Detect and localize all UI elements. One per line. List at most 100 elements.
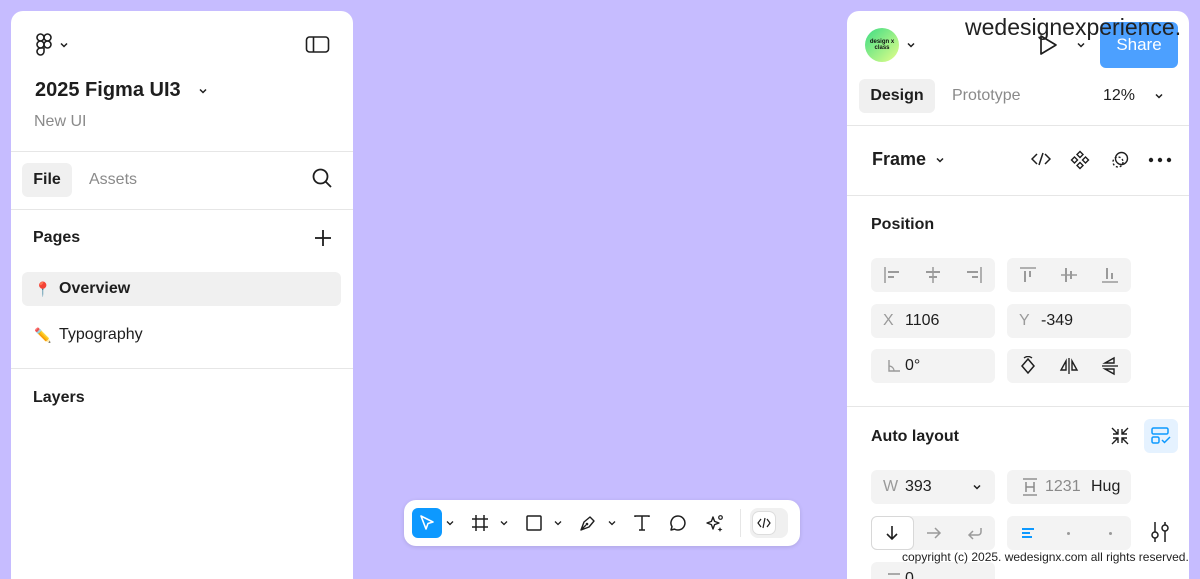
align-bottom-button[interactable]	[1090, 258, 1131, 292]
figma-logo-menu[interactable]	[34, 33, 70, 57]
chevron-down-icon	[936, 157, 944, 163]
search-button[interactable]	[311, 167, 333, 189]
ai-tools-button[interactable]	[702, 508, 728, 538]
frame-label: Frame	[872, 149, 927, 169]
height-field[interactable]: 1231 Hug	[1007, 470, 1131, 504]
move-tool-options[interactable]	[444, 508, 456, 538]
mask-button[interactable]	[1110, 150, 1130, 170]
align-top-left-indicator	[1007, 516, 1048, 550]
add-page-button[interactable]	[313, 228, 333, 248]
flip-vertical-icon	[1102, 356, 1119, 376]
frame-type-menu[interactable]: Frame	[872, 149, 946, 170]
direction-horizontal-button[interactable]	[914, 516, 955, 550]
sliders-icon	[1151, 522, 1169, 542]
align-middle-icon	[1060, 268, 1077, 282]
alignment-dot	[1090, 516, 1131, 550]
auto-layout-title: Auto layout	[871, 428, 959, 445]
file-name-menu[interactable]: 2025 Figma UI3	[35, 79, 209, 102]
align-top-button[interactable]	[1007, 258, 1048, 292]
frame-tool-button[interactable]	[468, 508, 492, 538]
page-item-typography[interactable]: ✏️ Typography	[22, 318, 341, 352]
mask-icon	[1112, 151, 1129, 168]
move-tool-button[interactable]	[412, 508, 442, 538]
more-icon	[1148, 157, 1172, 163]
alignment-grid[interactable]	[1007, 516, 1131, 550]
chevron-down-icon	[199, 88, 207, 94]
rotation-value: 0°	[905, 357, 921, 374]
text-tool-button[interactable]	[630, 508, 654, 538]
layout-settings-button[interactable]	[1144, 419, 1178, 453]
tab-assets[interactable]: Assets	[89, 163, 137, 197]
more-options-button[interactable]	[1148, 151, 1172, 169]
pen-tool-options[interactable]	[606, 508, 618, 538]
tab-file[interactable]: File	[22, 163, 72, 197]
direction-vertical-button[interactable]	[871, 516, 914, 550]
chevron-down-icon	[446, 521, 454, 526]
layout-advanced-settings-button[interactable]	[1149, 520, 1171, 544]
file-name: 2025 Figma UI3	[35, 79, 181, 101]
avatar: design x class	[865, 28, 899, 62]
flip-vertical-button[interactable]	[1090, 349, 1131, 383]
tab-design[interactable]: Design	[859, 79, 935, 113]
dev-mode-toggle[interactable]	[750, 508, 788, 538]
tab-prototype[interactable]: Prototype	[952, 79, 1020, 113]
align-center-horizontal-icon	[925, 267, 940, 283]
plus-icon	[315, 230, 331, 246]
frame-tool-options[interactable]	[498, 508, 510, 538]
page-item-overview[interactable]: 📍 Overview	[22, 272, 341, 306]
cursor-icon	[420, 515, 434, 530]
right-panel: design x class Share Design Prototype 12…	[847, 11, 1189, 579]
transform-group	[1007, 349, 1131, 383]
shape-tool-button[interactable]	[522, 508, 546, 538]
rotate-icon	[1020, 356, 1035, 375]
toolbar-divider	[740, 509, 741, 537]
align-top-icon	[1019, 267, 1036, 282]
hug-height-icon	[1019, 477, 1041, 497]
shape-tool-options[interactable]	[552, 508, 564, 538]
y-value: -349	[1041, 312, 1074, 329]
watermark-text: wedesignexperience.	[965, 14, 1182, 40]
rotation-field[interactable]: 0°	[871, 349, 995, 383]
chevron-down-icon	[60, 42, 68, 48]
position-title: Position	[871, 216, 935, 233]
direction-wrap-button[interactable]	[954, 516, 995, 550]
width-field[interactable]: W 393	[871, 470, 995, 504]
component-button[interactable]	[1070, 150, 1090, 170]
user-menu[interactable]: design x class	[865, 28, 917, 62]
remove-auto-layout-button[interactable]	[1109, 425, 1131, 447]
flip-horizontal-icon	[1059, 358, 1079, 374]
sparkle-icon	[706, 515, 723, 532]
zoom-menu[interactable]: 12%	[1103, 79, 1165, 113]
left-panel: 2025 Figma UI3 New UI File Assets Pages …	[11, 11, 353, 579]
divider	[847, 125, 1189, 126]
component-icon	[1070, 150, 1090, 170]
code-icon	[1031, 152, 1051, 166]
sidebar-toggle-button[interactable]	[305, 35, 331, 55]
w-label: W	[883, 478, 899, 495]
h-mode: Hug	[1091, 478, 1121, 495]
align-left-icon	[883, 267, 899, 283]
align-center-h-button[interactable]	[912, 258, 953, 292]
arrow-down-icon	[886, 526, 898, 541]
chevron-down-icon	[608, 521, 616, 526]
pen-icon	[580, 516, 595, 531]
pen-tool-button[interactable]	[576, 508, 600, 538]
zoom-level: 12%	[1103, 87, 1136, 104]
align-middle-button[interactable]	[1048, 258, 1089, 292]
align-right-button[interactable]	[954, 258, 995, 292]
align-left-button[interactable]	[871, 258, 912, 292]
chevron-down-icon	[554, 521, 562, 526]
chevron-down-icon	[500, 521, 508, 526]
y-position-field[interactable]: Y -349	[1007, 304, 1131, 338]
gap-value: 0	[905, 570, 914, 579]
align-bottom-icon	[1102, 268, 1119, 283]
comment-tool-button[interactable]	[666, 508, 690, 538]
rotate-button[interactable]	[1007, 349, 1048, 383]
x-position-field[interactable]: X 1106	[871, 304, 995, 338]
file-subtitle: New UI	[34, 113, 87, 130]
gap-field[interactable]: 0	[871, 562, 995, 579]
chevron-down-icon	[1155, 93, 1163, 99]
divider	[11, 151, 353, 152]
code-button[interactable]	[1031, 151, 1051, 167]
flip-horizontal-button[interactable]	[1048, 349, 1089, 383]
